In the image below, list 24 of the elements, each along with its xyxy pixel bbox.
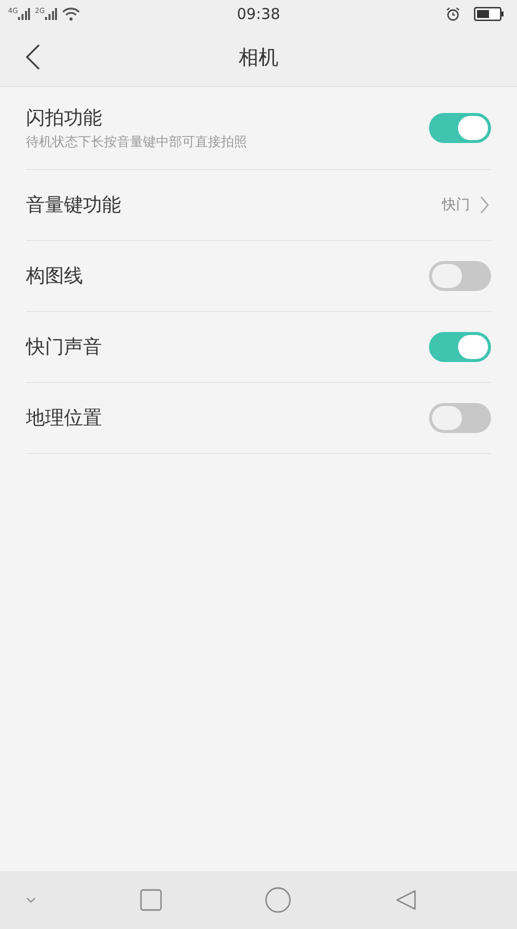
setting-label: 快门声音 — [26, 335, 103, 360]
toggle-switch[interactable] — [429, 261, 491, 291]
alarm-icon — [446, 7, 460, 21]
setting-label: 音量键功能 — [26, 193, 122, 218]
toggle-switch[interactable] — [429, 113, 491, 143]
back-icon — [26, 44, 40, 70]
setting-label: 构图线 — [26, 264, 84, 289]
setting-value: 快门 — [442, 196, 470, 214]
setting-label: 闪拍功能 — [26, 106, 103, 131]
chevron-right-icon[interactable] — [480, 196, 489, 214]
status-time: 09:38 — [236, 5, 280, 23]
setting-description: 待机状态下长按音量键中部可直接拍照 — [26, 134, 248, 151]
toggle-switch[interactable] — [429, 332, 491, 362]
signal-icon — [44, 8, 57, 20]
recents-icon[interactable] — [140, 889, 162, 911]
signal-icon — [18, 8, 30, 20]
wifi-icon — [62, 7, 80, 21]
toggle-switch[interactable] — [429, 403, 491, 433]
home-icon[interactable] — [265, 887, 292, 913]
setting-label: 地理位置 — [26, 406, 103, 431]
page-title: 相机 — [238, 44, 278, 70]
collapse-icon[interactable] — [26, 897, 36, 903]
back-nav-icon[interactable] — [394, 889, 417, 911]
battery-icon — [474, 7, 504, 21]
